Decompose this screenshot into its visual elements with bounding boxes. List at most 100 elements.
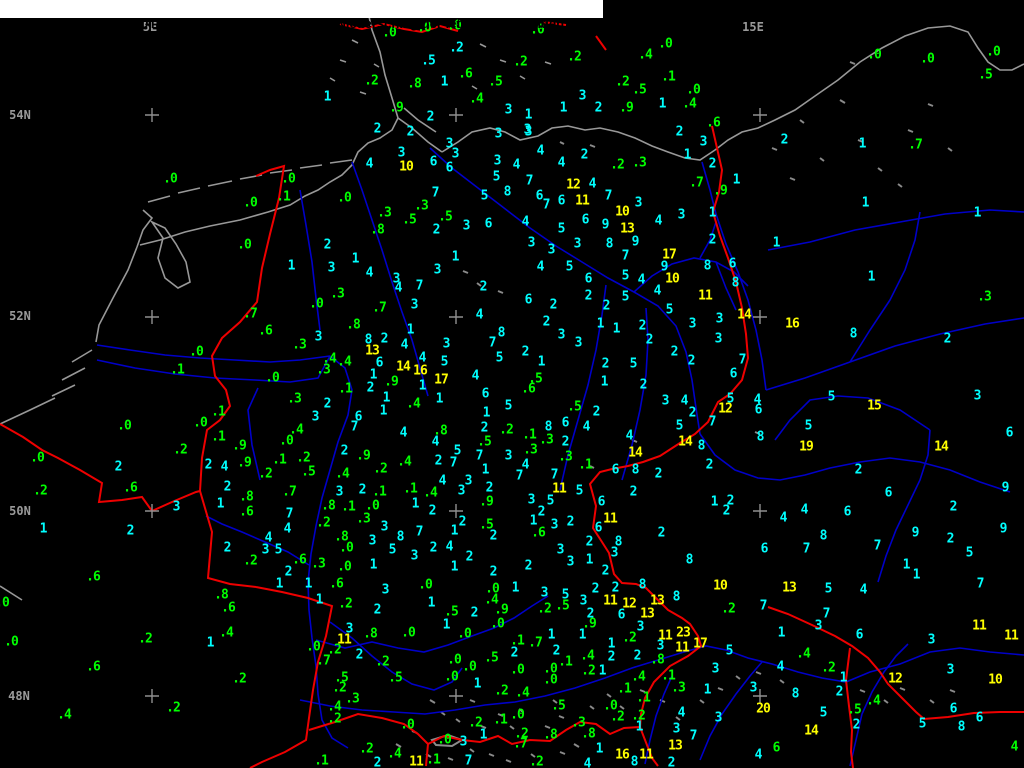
station-value: 1 [411, 496, 420, 512]
station-value: 3 [557, 327, 566, 343]
station-value: 1 [418, 378, 427, 394]
station-value: 2 [667, 755, 676, 768]
station-value: 16 [413, 363, 428, 379]
station-value: 1 [858, 136, 867, 152]
station-value: .0 [401, 625, 416, 641]
station-value: 4 [754, 747, 763, 763]
station-value: 2 [657, 525, 666, 541]
graticule-cross [449, 108, 463, 122]
station-value: 5 [492, 169, 501, 185]
station-value: 3 [380, 519, 389, 535]
station-value: .7 [689, 175, 704, 191]
station-value: 2 [485, 480, 494, 496]
station-value: 2 [223, 479, 232, 495]
station-value: 19 [799, 439, 814, 455]
station-value: 1 [450, 523, 459, 539]
station-value: 2 [510, 645, 519, 661]
station-value: 3 [410, 548, 419, 564]
station-value: .1 [341, 499, 356, 515]
station-value: 2 [645, 332, 654, 348]
border-france-rhine [249, 586, 334, 768]
station-value: 3 [714, 331, 723, 347]
station-value: 4 [521, 214, 530, 230]
station-value: .0 [400, 717, 415, 733]
station-value: 1 [912, 567, 921, 583]
station-value: 6 [557, 193, 566, 209]
station-value: 8 [396, 529, 405, 545]
station-value: 14 [934, 439, 949, 455]
station-value: 3 [556, 542, 565, 558]
station-value: .7 [316, 653, 331, 669]
station-value: .0 [309, 296, 324, 312]
station-value: 7 [431, 185, 440, 201]
station-value: .3 [356, 511, 371, 527]
graticule-cross [145, 310, 159, 324]
station-value: 8 [791, 686, 800, 702]
station-value: .9 [619, 100, 634, 116]
station-value: 5 [819, 705, 828, 721]
station-value: 6 [975, 710, 984, 726]
station-value: 8 [605, 236, 614, 252]
station-value: .0 [462, 659, 477, 675]
station-value: 9 [601, 217, 610, 233]
station-value: 10 [713, 578, 728, 594]
station-value: 2 [355, 647, 364, 663]
station-value: 2 [639, 377, 648, 393]
station-value: 14 [804, 723, 819, 739]
station-value: 5 [804, 418, 813, 434]
station-value: .0 [337, 559, 352, 575]
station-value: .1 [558, 654, 573, 670]
station-value: .6 [292, 552, 307, 568]
station-value: 7 [822, 606, 831, 622]
station-value: 2 [521, 344, 530, 360]
station-value: .5 [484, 650, 499, 666]
station-value: 1 [559, 100, 568, 116]
station-value: .0 [510, 707, 525, 723]
station-value: .3 [671, 680, 686, 696]
station-value: .3 [414, 198, 429, 214]
station-value: 4 [654, 213, 663, 229]
station-value: 3 [504, 448, 513, 464]
station-value: 2 [592, 404, 601, 420]
graticule-cross [145, 689, 159, 703]
station-value: 17 [693, 636, 708, 652]
station-value: 2 [126, 523, 135, 539]
station-value: .0 [490, 616, 505, 632]
station-value: .8 [581, 726, 596, 742]
station-value: 2 [284, 564, 293, 580]
station-value: 5 [665, 302, 674, 318]
station-value: 2 [607, 649, 616, 665]
station-value: .5 [551, 698, 566, 714]
station-value: 6 [728, 256, 737, 272]
station-value: 1 [703, 682, 712, 698]
station-value: 6 [843, 504, 852, 520]
station-value: 4 [475, 307, 484, 323]
station-value: 4 [779, 510, 788, 526]
station-value: 1 [537, 354, 546, 370]
station-value: 3 [699, 134, 708, 150]
station-value: 7 [689, 728, 698, 744]
station-value: 3 [715, 311, 724, 327]
station-value: 3 [711, 661, 720, 677]
station-value: 11 [603, 511, 618, 527]
station-value: .2 [359, 741, 374, 757]
station-value: 2 [373, 121, 382, 137]
graticule-label: 52N [9, 309, 31, 323]
station-value: .8 [407, 76, 422, 92]
station-value: .6 [123, 480, 138, 496]
station-value: 7 [738, 352, 747, 368]
station-value: .5 [477, 434, 492, 450]
station-value: 4 [445, 539, 454, 555]
station-value: 2 [654, 466, 663, 482]
station-value: .0 [281, 171, 296, 187]
station-value: 7 [802, 541, 811, 557]
station-value: 3 [973, 388, 982, 404]
station-value: 2 [708, 156, 717, 172]
station-value: 2 [458, 514, 467, 530]
station-value: .7 [282, 484, 297, 500]
station-value: .1 [211, 429, 226, 445]
coastline-paths [0, 11, 1024, 601]
station-value: 3 [459, 734, 468, 750]
station-value: .2 [821, 660, 836, 676]
station-value: .6 [221, 600, 236, 616]
